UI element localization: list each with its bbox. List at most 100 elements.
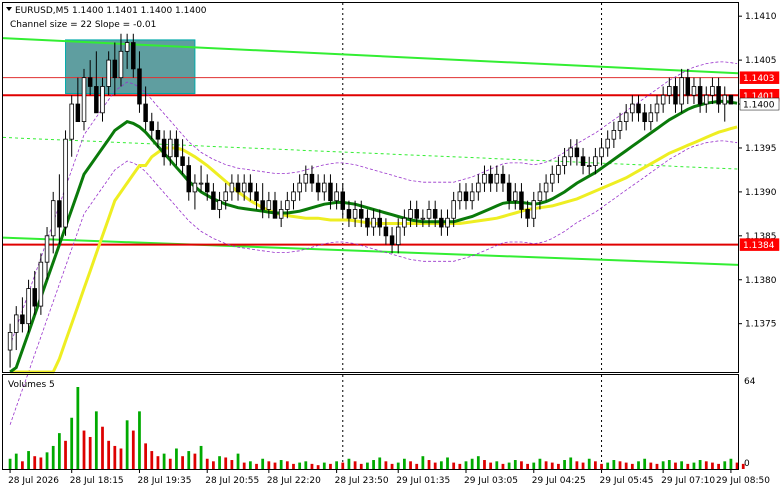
candle-body-bear [525, 209, 530, 219]
candle [63, 130, 68, 236]
candle-body-bear [137, 68, 142, 105]
candle-body-bear [211, 191, 216, 210]
candle-body-bear [94, 86, 99, 114]
candle-body-bull [395, 226, 401, 246]
candle-body-bull [297, 182, 302, 193]
candle-body-bull [278, 209, 284, 219]
candle-body-bear [235, 182, 241, 193]
time-tick-label: 28 Jul 20:55 [205, 476, 259, 486]
candle-body-bull [537, 191, 543, 202]
time-tick-label: 28 Jul 23:50 [335, 476, 389, 486]
candle-body-bull [100, 86, 105, 114]
candle-body-bull [106, 59, 111, 87]
candle-body-bear [673, 86, 678, 105]
candle-body-bull [81, 77, 87, 123]
candle-body-bull [667, 86, 672, 96]
candle-body-bull [710, 86, 715, 96]
candle-body-bull [285, 200, 290, 210]
candle-body-bull [50, 200, 56, 237]
candle-body-bear [75, 103, 81, 123]
time-tick-label: 28 Jul 19:35 [137, 476, 191, 486]
candle-body-bull [192, 182, 198, 193]
candle-body-bear [642, 112, 647, 123]
candle-body-bull [291, 191, 296, 202]
candle [81, 68, 87, 131]
candle-body-bear [728, 94, 734, 105]
candle-body-bear [377, 217, 382, 228]
candle-body-bull [118, 50, 124, 79]
candle-body-bear [155, 129, 161, 140]
candle-body-bear [340, 191, 346, 210]
candle-body-bull [420, 217, 426, 220]
time-tick-label: 28 Jul 2026 [8, 476, 59, 486]
candle-body-bear [389, 235, 395, 246]
candle-body-bull [648, 112, 654, 123]
time-tick-label: 29 Jul 04:25 [532, 476, 586, 486]
candle-body-bear [131, 42, 136, 70]
candle-body-bull [691, 86, 697, 96]
candle-body-bear [414, 209, 419, 219]
candle-body-bull [38, 261, 44, 307]
candle-body-bear [272, 200, 278, 219]
candle-body-bear [309, 173, 315, 184]
candle-body-bull [482, 173, 487, 184]
candle-body-bear [180, 156, 185, 166]
time-tick-label: 29 Jul 03:05 [464, 476, 518, 486]
candle-body-bull [457, 191, 463, 202]
candle-body-bear [20, 314, 25, 325]
candle-body-bear [365, 217, 370, 228]
candle-body-bull [402, 217, 407, 228]
candle-body-bull [303, 173, 309, 184]
candle-body-bull [494, 173, 500, 184]
price-marker-label: 1.1384 [743, 241, 775, 251]
candle-body-bear [248, 182, 253, 193]
time-tick-label: 28 Jul 18:15 [70, 476, 124, 486]
candle-body-bull [7, 332, 13, 351]
price-tick-label: 1.1405 [745, 56, 777, 66]
candle-body-bull [630, 103, 635, 114]
candle-body-bull [556, 165, 561, 175]
candle-body-bull [660, 94, 666, 105]
chart-symbol-line: EURUSD,M5 1.1400 1.1401 1.1400 1.1400 [15, 6, 207, 16]
candle-body-bear [716, 86, 721, 105]
candle-body-bear [32, 288, 37, 307]
candle-body-bear [87, 77, 93, 87]
candle-body-bear [685, 77, 691, 96]
candle-body-bear [57, 200, 62, 228]
candle-body-bull [124, 42, 130, 52]
candle-body-bull [469, 191, 475, 202]
price-tick-label: 1.1410 [745, 12, 777, 22]
candle-body-bear [580, 156, 586, 166]
candle-body-bear [383, 226, 389, 237]
candle-body-bull [26, 288, 31, 325]
candle [728, 94, 734, 105]
volume-label: Volumes 5 [8, 380, 55, 390]
candle-body-bull [229, 182, 235, 193]
candle-body-bull [322, 182, 327, 193]
candle-body-bear [143, 103, 148, 123]
candle-body-bull [654, 103, 660, 114]
candle-body-bull [13, 314, 19, 333]
candle-body-bear [112, 59, 118, 79]
candle-body-bull [334, 191, 339, 202]
candle-body-bull [593, 156, 598, 166]
candle-body-bull [217, 200, 222, 210]
candle-body-bear [346, 209, 352, 219]
candle-body-bear [519, 191, 524, 210]
candle-body-bull [371, 217, 376, 228]
time-tick-label: 29 Jul 07:10 [661, 476, 715, 486]
candle-body-bull [599, 147, 604, 158]
time-tick-label: 28 Jul 22:20 [267, 476, 321, 486]
candle-body-bull [352, 209, 358, 219]
candle-body-bull [223, 191, 228, 202]
candle-body-bull [63, 138, 68, 228]
candle-body-bear [500, 173, 506, 184]
volume-axis-max: 64 [744, 377, 756, 387]
candle-body-bull [44, 235, 50, 263]
candle-body-bear [149, 121, 155, 131]
time-tick-label: 29 Jul 05:45 [600, 476, 654, 486]
candle-body-bear [174, 138, 179, 158]
candle-body-bear [488, 173, 493, 184]
candle-body-bull [623, 112, 629, 123]
channel-indicator-line: Channel size = 22 Slope = -0.01 [10, 20, 156, 30]
